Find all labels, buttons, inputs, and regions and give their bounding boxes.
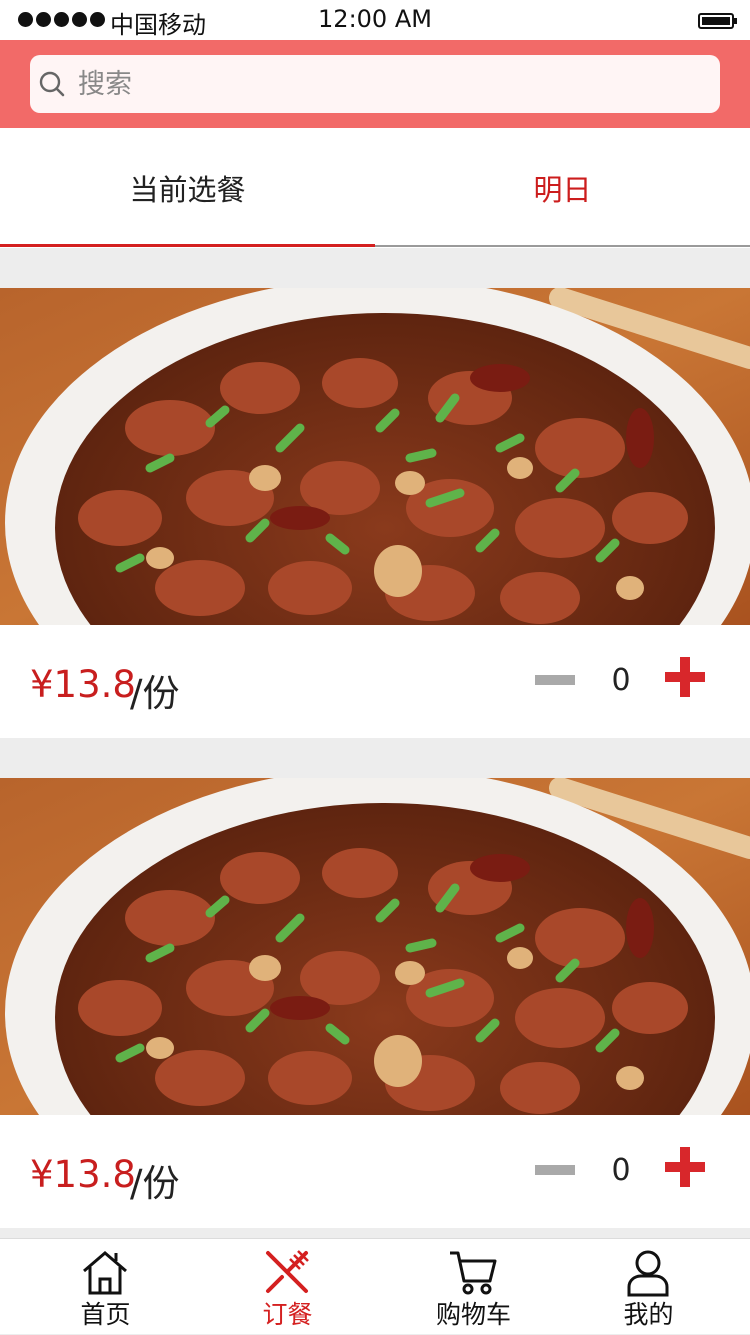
cart-icon	[450, 1251, 497, 1295]
tabbar-label-order: 订餐	[262, 1300, 313, 1329]
increase-button[interactable]	[665, 657, 705, 697]
food-image[interactable]	[0, 778, 750, 1115]
food-card: ¥13.8 /份 0	[0, 288, 750, 738]
price-label: ¥13.8	[30, 1153, 136, 1196]
price-label: ¥13.8	[30, 663, 136, 706]
food-image[interactable]	[0, 288, 750, 625]
unit-label: /份	[130, 1162, 180, 1205]
price-row: ¥13.8 /份 0	[0, 625, 750, 738]
minus-icon	[535, 1165, 575, 1175]
home-icon	[83, 1251, 127, 1295]
decrease-button[interactable]	[535, 673, 577, 687]
increase-button[interactable]	[665, 1147, 705, 1187]
unit-label: /份	[130, 672, 180, 715]
user-icon	[627, 1250, 669, 1297]
tabbar-item-me[interactable]: 我的	[555, 1239, 742, 1335]
clock: 12:00 AM	[318, 5, 432, 33]
tab-current-selection[interactable]: 当前选餐	[0, 128, 375, 248]
food-card: ¥13.8 /份 0	[0, 778, 750, 1228]
decrease-button[interactable]	[535, 1163, 577, 1177]
tab-bar: 当前选餐 明日	[0, 128, 750, 248]
quantity-value: 0	[611, 1153, 631, 1188]
quantity-value: 0	[611, 663, 631, 698]
price-row: ¥13.8 /份 0	[0, 1115, 750, 1228]
tab-active-indicator	[0, 244, 375, 247]
tab-divider	[375, 245, 750, 247]
tabbar-label-home: 首页	[80, 1300, 131, 1329]
tabbar-label-me: 我的	[623, 1300, 674, 1329]
tabbar-item-order[interactable]: 订餐	[194, 1239, 381, 1335]
search-icon	[39, 71, 65, 97]
fork-knife-icon	[266, 1250, 309, 1293]
battery-icon	[698, 13, 737, 29]
bottom-tab-bar: 首页 订餐 购物车 我的	[0, 1238, 750, 1334]
status-bar: 中国移动 12:00 AM	[0, 0, 750, 40]
search-box[interactable]	[30, 55, 720, 113]
tab-tomorrow[interactable]: 明日	[375, 128, 750, 248]
tabbar-item-cart[interactable]: 购物车	[380, 1239, 567, 1335]
minus-icon	[535, 675, 575, 685]
search-input[interactable]	[78, 65, 698, 103]
tabbar-item-home[interactable]: 首页	[12, 1239, 199, 1335]
search-header	[0, 40, 750, 128]
tabbar-label-cart: 购物车	[435, 1300, 511, 1329]
